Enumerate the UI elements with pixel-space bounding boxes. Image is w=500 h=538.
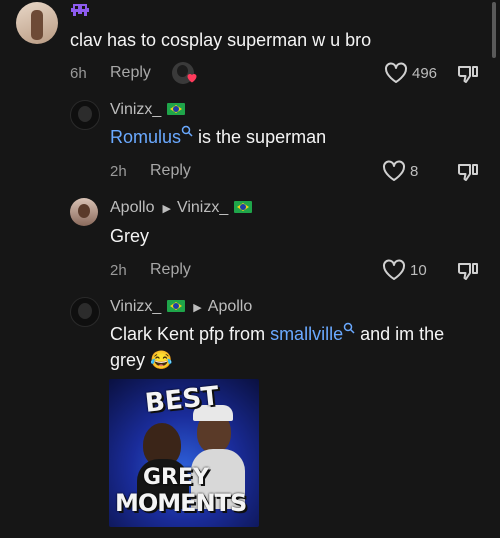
dislike-icon[interactable]	[456, 259, 480, 283]
brazil-flag-icon	[167, 103, 186, 115]
scrollbar[interactable]	[492, 2, 496, 58]
reply-time: 2h	[110, 163, 127, 180]
reply-time: 2h	[110, 262, 127, 279]
reply-text: Grey	[110, 226, 150, 246]
brazil-flag-icon	[167, 300, 186, 312]
caret-right-icon: ▶	[193, 302, 202, 314]
reply-button[interactable]: Reply	[150, 261, 191, 279]
image-text-moments: MOMENTS	[115, 489, 247, 517]
username[interactable]: Vinizx_ ▶ Apollo	[110, 298, 252, 316]
like-count: 10	[410, 262, 427, 279]
mention-link[interactable]: Romulus	[110, 127, 181, 147]
comment-text: clav has to cosplay superman w u bro	[70, 30, 372, 50]
dislike-icon[interactable]	[456, 62, 480, 86]
heart-outline-icon[interactable]	[382, 259, 406, 281]
reply-text: Romulus is the superman	[110, 125, 327, 147]
avatar[interactable]	[16, 2, 58, 44]
heart-outline-icon[interactable]	[382, 160, 406, 182]
reply-button[interactable]: Reply	[110, 64, 151, 82]
username[interactable]: Vinizx_	[110, 101, 186, 119]
attached-image[interactable]: BEST GREY MOMENTS	[109, 379, 259, 527]
like-count: 8	[410, 163, 419, 180]
alien-icon	[70, 2, 90, 18]
like-count: 496	[412, 65, 438, 82]
heart-outline-icon[interactable]	[384, 62, 408, 84]
caret-right-icon: ▶	[162, 203, 171, 215]
comment-time: 6h	[70, 65, 87, 82]
avatar[interactable]	[70, 100, 100, 130]
heart-badge-icon	[186, 71, 198, 83]
image-text-grey: GREY	[143, 465, 209, 490]
avatar[interactable]	[70, 198, 98, 226]
search-icon[interactable]	[343, 322, 355, 344]
laughing-emoji: 😂	[150, 350, 173, 370]
avatar[interactable]	[70, 297, 100, 327]
search-icon[interactable]	[181, 125, 193, 147]
mention-link[interactable]: smallville	[270, 324, 343, 344]
username[interactable]: Apollo ▶ Vinizx_	[110, 199, 253, 217]
reply-button[interactable]: Reply	[150, 162, 191, 180]
dislike-icon[interactable]	[456, 160, 480, 184]
brazil-flag-icon	[234, 201, 253, 213]
reply-text: Clark Kent pfp from smallville and im th…	[110, 322, 445, 370]
